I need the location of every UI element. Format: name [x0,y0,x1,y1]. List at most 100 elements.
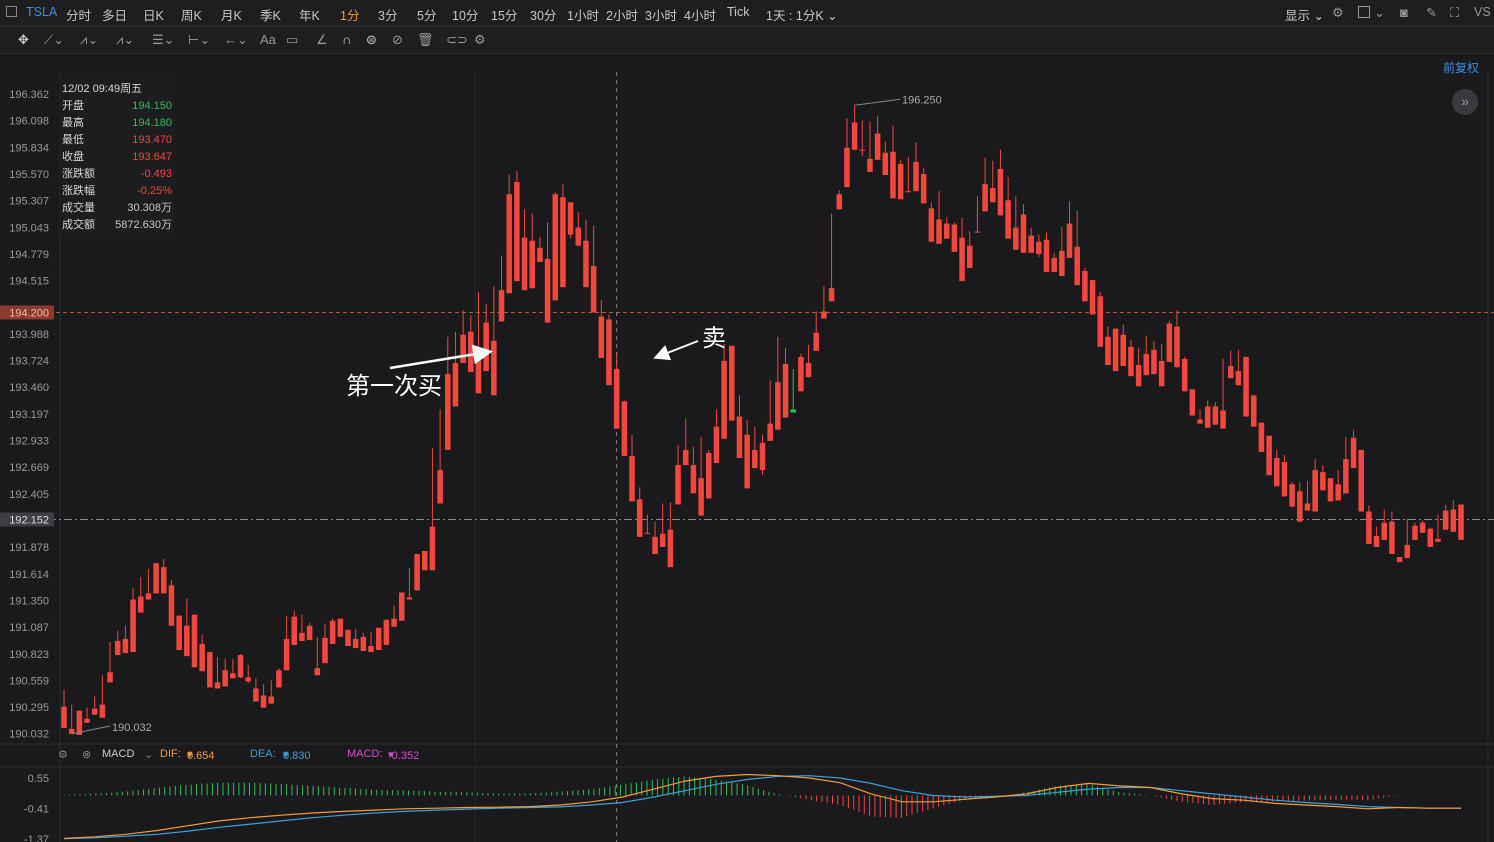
candle [329,618,336,644]
candle [414,554,420,591]
display-menu[interactable]: 显示 ⌄ [1285,5,1324,24]
window-icon[interactable] [6,6,17,17]
y-tick-label: 196.362 [9,89,49,101]
period-tab[interactable]: 年K [299,5,320,24]
candle [1013,196,1019,250]
price-chart[interactable]: 196.362 196.098 195.834 195.570 195.307 195.0… [0,54,1494,842]
candle-body [567,202,574,235]
candle-body [1335,484,1341,501]
period-tab[interactable]: 分时 [66,5,91,24]
candle-body [698,478,704,516]
period-tab[interactable]: 5分 [417,5,436,24]
candle [1358,449,1364,512]
candle [345,629,351,646]
pen-icon[interactable]: ✎ [1426,5,1437,21]
macd-name[interactable]: MACD [102,748,134,760]
candle-body [1112,328,1119,372]
candle [1105,326,1111,366]
candle [1089,280,1096,315]
period-tab[interactable]: 多日 [102,5,127,24]
candle [1281,454,1288,497]
candle-body [114,640,121,656]
candle [1343,436,1349,494]
magnet-icon[interactable]: ∩ [342,32,351,47]
candle-body [905,191,912,193]
candle-body [1227,366,1234,379]
trash-icon[interactable]: 🗑 [417,32,434,48]
candle-body [337,618,344,637]
vs-button[interactable]: VS [1474,5,1491,19]
candle [698,436,704,516]
period-tab[interactable]: 30分 [530,5,556,24]
settings-icon[interactable]: ⚙ [474,32,486,48]
candle-body [575,227,582,246]
period-tab[interactable]: 周K [181,5,202,24]
wave-icon[interactable]: ⩘⌄ [116,32,134,48]
candle-body [1189,389,1196,416]
candle-body [1020,214,1027,253]
link-icon[interactable]: ⊂⊃ [446,32,468,48]
arrow-icon[interactable]: ←⌄ [224,32,248,48]
lock-icon[interactable]: ⊜ [366,32,377,48]
period-tab[interactable]: 15分 [491,5,517,24]
chevron-down-icon[interactable]: ⌄ [144,748,153,761]
period-tab[interactable]: 季K [260,5,281,24]
fullscreen-icon[interactable]: ⛶ [1450,5,1459,21]
candle [1404,518,1411,559]
candle [322,623,328,664]
candle [437,409,443,504]
trendline-icon[interactable]: ⟋⌄ [44,32,64,48]
candle [491,286,497,396]
price-axis: 196.362 196.098 195.834 195.570 195.307 195.0… [9,89,49,741]
period-tab[interactable]: 3小时 [645,5,677,24]
macd-label: MACD: [347,748,383,760]
period-tab[interactable]: 3分 [378,5,397,24]
collapse-button[interactable]: » [1452,89,1478,115]
candle [107,641,113,683]
text-icon[interactable]: Aa [260,32,276,47]
range-select[interactable]: 1天 : 1分K ⌄ [766,5,838,24]
pitchfork-icon[interactable]: ⩘⌄ [80,32,98,48]
symbol-label[interactable]: TSLA [26,5,57,19]
hide-icon[interactable]: ⊘ [392,32,403,48]
candle [1135,347,1142,387]
candle [790,369,796,413]
crosshair-icon[interactable]: ✥ [18,32,29,48]
candle [1158,343,1165,387]
period-tab[interactable]: 日K [143,5,164,24]
candle-body [990,188,996,203]
candle-body [805,362,812,378]
candle-body [721,360,727,439]
period-tab[interactable]: 4小时 [684,5,716,24]
info-row: 开盘 194.150 [58,98,175,115]
fib-icon[interactable]: ☰⌄ [152,32,175,48]
period-tab[interactable]: 月K [221,5,242,24]
candle-body [1281,462,1288,497]
note-icon[interactable]: ▭ [286,32,298,48]
period-tab[interactable]: 10分 [452,5,478,24]
close-icon[interactable]: ⊗ [82,748,91,761]
candle [575,212,582,246]
candle-body [145,593,152,600]
chevron-down-icon[interactable]: ⌄ [1374,5,1385,21]
period-tab[interactable]: Tick [727,5,749,19]
layout-icon[interactable] [1358,6,1370,18]
candle-body [1297,491,1303,522]
camera-icon[interactable]: ◙ [1400,5,1408,20]
period-tab[interactable]: 1分 [340,5,359,24]
candle [68,704,75,734]
macd-settings-icon[interactable]: ⚙ [58,748,68,761]
candle [375,627,382,651]
candle-body [759,442,766,471]
period-tab[interactable]: 1小时 [567,5,599,24]
settings-icon[interactable]: ⚙ [1332,5,1344,21]
candle-body [621,401,628,456]
candle [721,343,727,439]
candle-body [452,362,459,407]
candle-body [1082,271,1088,302]
measure-icon[interactable]: ⊢⌄ [188,32,210,48]
candle-body [514,182,520,282]
candle-body [1312,470,1318,512]
ruler-icon[interactable]: ∠ [316,32,328,48]
period-tab[interactable]: 2小时 [606,5,638,24]
